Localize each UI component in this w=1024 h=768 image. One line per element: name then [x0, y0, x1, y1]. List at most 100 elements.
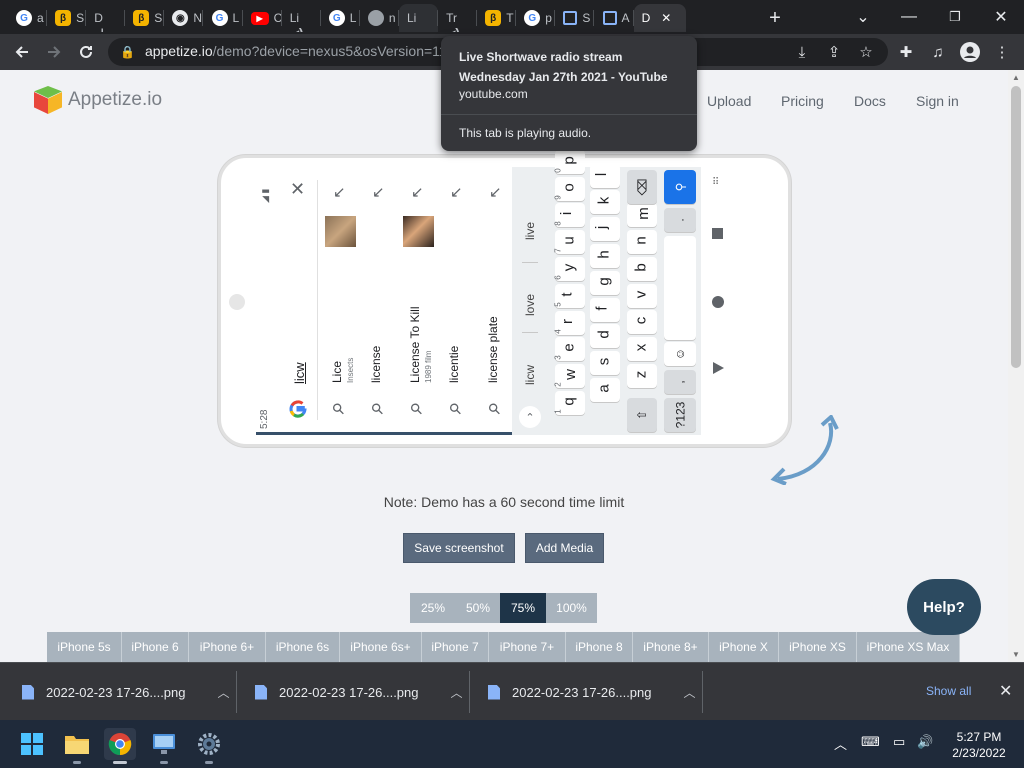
period-key[interactable]: . [664, 208, 696, 232]
nav-sign-in[interactable]: Sign in [916, 93, 959, 109]
add-media-button[interactable]: Add Media [525, 533, 604, 563]
device-option[interactable]: iPhone 6 [122, 632, 189, 662]
expand-suggestions-icon[interactable]: ⌃ [519, 406, 541, 428]
scroll-thumb[interactable] [1011, 86, 1021, 368]
device-option[interactable]: iPhone X [709, 632, 779, 662]
keyboard-switch-icon[interactable]: ⠿ [712, 177, 719, 188]
browser-tab[interactable]: βS [125, 4, 165, 32]
show-all-downloads[interactable]: Show all [926, 684, 971, 698]
scroll-down-icon[interactable]: ▼ [1012, 650, 1020, 659]
close-tab-icon[interactable]: ✕ [661, 11, 671, 25]
download-icon[interactable]: ⤓ [790, 40, 814, 64]
download-item[interactable]: 2022-02-23 17-26....png ︿ [22, 663, 230, 721]
save-screenshot-button[interactable]: Save screenshot [403, 533, 515, 563]
keyboard-suggestion[interactable]: love [523, 294, 537, 316]
device-option[interactable]: iPhone 7+ [489, 632, 566, 662]
browser-tab[interactable]: ◂)Li [282, 4, 321, 32]
device-option[interactable]: iPhone 8+ [633, 632, 709, 662]
backspace-key[interactable]: ⌫ [627, 170, 657, 204]
shift-key[interactable]: ⇧ [627, 398, 657, 432]
download-item[interactable]: 2022-02-23 17-26....png ︿ [255, 663, 463, 721]
browser-tab[interactable]: Ga [8, 4, 48, 32]
zoom-option[interactable]: 75% [500, 593, 546, 623]
browser-tab[interactable]: A [595, 4, 634, 32]
file-explorer-icon[interactable] [61, 728, 93, 764]
remote-desktop-icon[interactable] [148, 728, 180, 764]
menu-icon[interactable]: ⋮ [990, 40, 1014, 64]
search-key[interactable]: ⚲ [664, 170, 696, 204]
device-option[interactable]: iPhone 6+ [189, 632, 266, 662]
fill-query-arrow-icon[interactable]: ↙ [333, 183, 346, 201]
device-option[interactable]: iPhone XS [779, 632, 857, 662]
scroll-up-icon[interactable]: ▲ [1012, 73, 1020, 82]
close-window-button[interactable]: ✕ [978, 0, 1024, 34]
emoji-key[interactable]: ☺ [664, 342, 696, 366]
zoom-option[interactable]: 100% [546, 593, 597, 623]
browser-tab[interactable]: Gp [516, 4, 556, 32]
start-icon[interactable] [16, 728, 48, 760]
zoom-option[interactable]: 25% [410, 593, 456, 623]
device-option[interactable]: iPhone XS Max [857, 632, 960, 662]
browser-tab[interactable]: βT [477, 4, 517, 32]
device-option[interactable]: iPhone 6s+ [340, 632, 422, 662]
symbols-key[interactable]: ?123 [664, 398, 696, 432]
help-button[interactable]: Help? [907, 579, 981, 635]
keyboard-layout-icon[interactable]: ⌨ [861, 734, 880, 750]
nav-pricing[interactable]: Pricing [781, 93, 824, 109]
tray-overflow-icon[interactable]: ︿ [834, 734, 847, 753]
comma-key[interactable]: , [664, 370, 696, 394]
download-options-icon[interactable]: ︿ [451, 684, 463, 701]
download-item[interactable]: 2022-02-23 17-26....png ︿ [488, 663, 696, 721]
nav-upload[interactable]: Upload [707, 93, 751, 109]
clear-search-icon[interactable]: ✕ [290, 179, 305, 200]
browser-tab[interactable]: βS [47, 4, 87, 32]
browser-tab[interactable]: ◂)Tr [438, 4, 478, 32]
tab-search-button[interactable]: ⌄ [840, 0, 886, 34]
device-option[interactable]: iPhone 6s [266, 632, 340, 662]
fill-query-arrow-icon[interactable]: ↙ [450, 183, 463, 201]
browser-tab[interactable]: GL [321, 4, 360, 32]
browser-tab[interactable]: ▶ C [243, 4, 282, 32]
home-icon[interactable] [712, 296, 724, 308]
rotate-device-icon[interactable] [770, 415, 842, 485]
reload-button[interactable] [72, 38, 100, 66]
new-tab-button[interactable]: + [760, 4, 790, 32]
browser-tab[interactable]: GL [204, 4, 243, 32]
zoom-option[interactable]: 50% [456, 593, 500, 623]
browser-tab[interactable]: D ✕ [633, 4, 686, 32]
device-option[interactable]: iPhone 7 [422, 632, 489, 662]
share-icon[interactable]: ⇪ [822, 40, 846, 64]
minimize-button[interactable]: — [886, 0, 932, 34]
forward-button[interactable] [40, 38, 68, 66]
media-control-icon[interactable]: ♫ [926, 40, 950, 64]
volume-icon[interactable]: 🔊 [917, 734, 933, 750]
key-j[interactable] [590, 217, 620, 242]
system-clock[interactable]: 5:27 PM 2/23/2022 [944, 729, 1014, 761]
search-query[interactable]: licw [292, 362, 307, 384]
browser-tab[interactable]: S [555, 4, 595, 32]
space-key[interactable] [664, 236, 696, 340]
download-options-icon[interactable]: ︿ [218, 684, 230, 701]
browser-tab[interactable]: ◉ N [164, 4, 204, 32]
recents-icon[interactable] [712, 228, 723, 239]
device-option[interactable]: iPhone 5s [47, 632, 122, 662]
keyboard-suggestion[interactable]: live [523, 222, 537, 240]
browser-tab[interactable]: Li [399, 4, 439, 32]
profile-icon[interactable] [958, 40, 982, 64]
fill-query-arrow-icon[interactable]: ↙ [372, 183, 385, 201]
close-shelf-icon[interactable]: ✕ [999, 681, 1012, 701]
network-icon[interactable]: ▭ [893, 734, 905, 750]
page-scrollbar[interactable]: ▲ ▼ [1008, 70, 1024, 662]
appetize-logo[interactable]: Appetize.io [34, 86, 162, 114]
bookmark-star-icon[interactable]: ☆ [854, 40, 878, 64]
settings-icon[interactable] [193, 728, 225, 764]
fill-query-arrow-icon[interactable]: ↙ [489, 183, 502, 201]
chrome-icon[interactable] [104, 728, 136, 764]
restore-button[interactable]: ❐ [932, 0, 978, 34]
extensions-icon[interactable]: ✚ [894, 40, 918, 64]
keyboard-suggestion[interactable]: licw [523, 365, 537, 385]
browser-tab[interactable]: ⤓D [86, 4, 126, 32]
browser-tab[interactable]: n [360, 4, 399, 32]
nav-docs[interactable]: Docs [854, 93, 886, 109]
back-nav-icon[interactable] [713, 362, 724, 374]
